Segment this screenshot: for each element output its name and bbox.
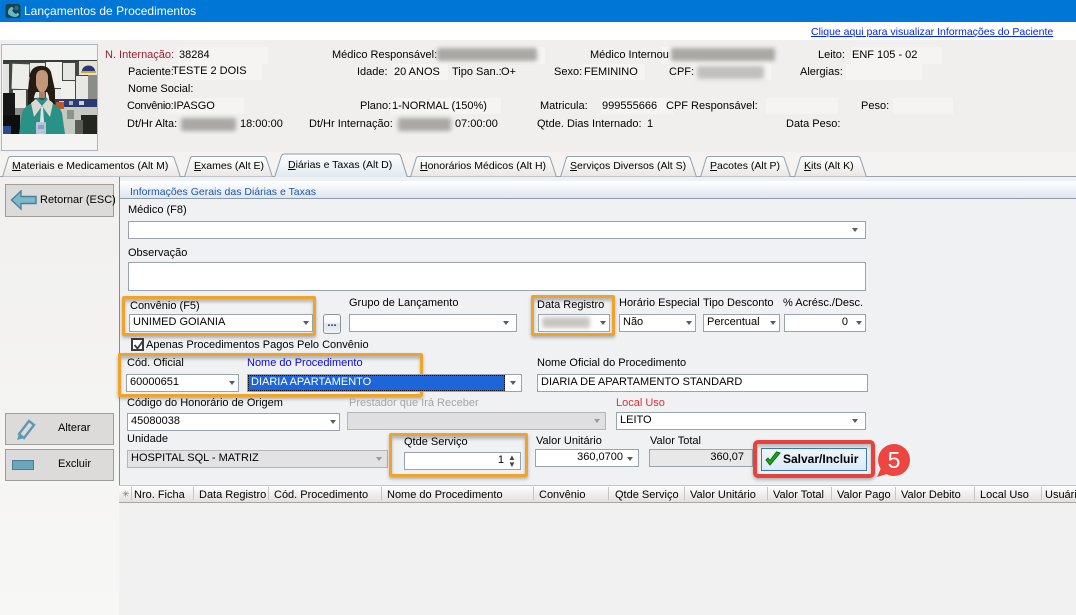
svg-text:5: 5 — [888, 447, 901, 473]
